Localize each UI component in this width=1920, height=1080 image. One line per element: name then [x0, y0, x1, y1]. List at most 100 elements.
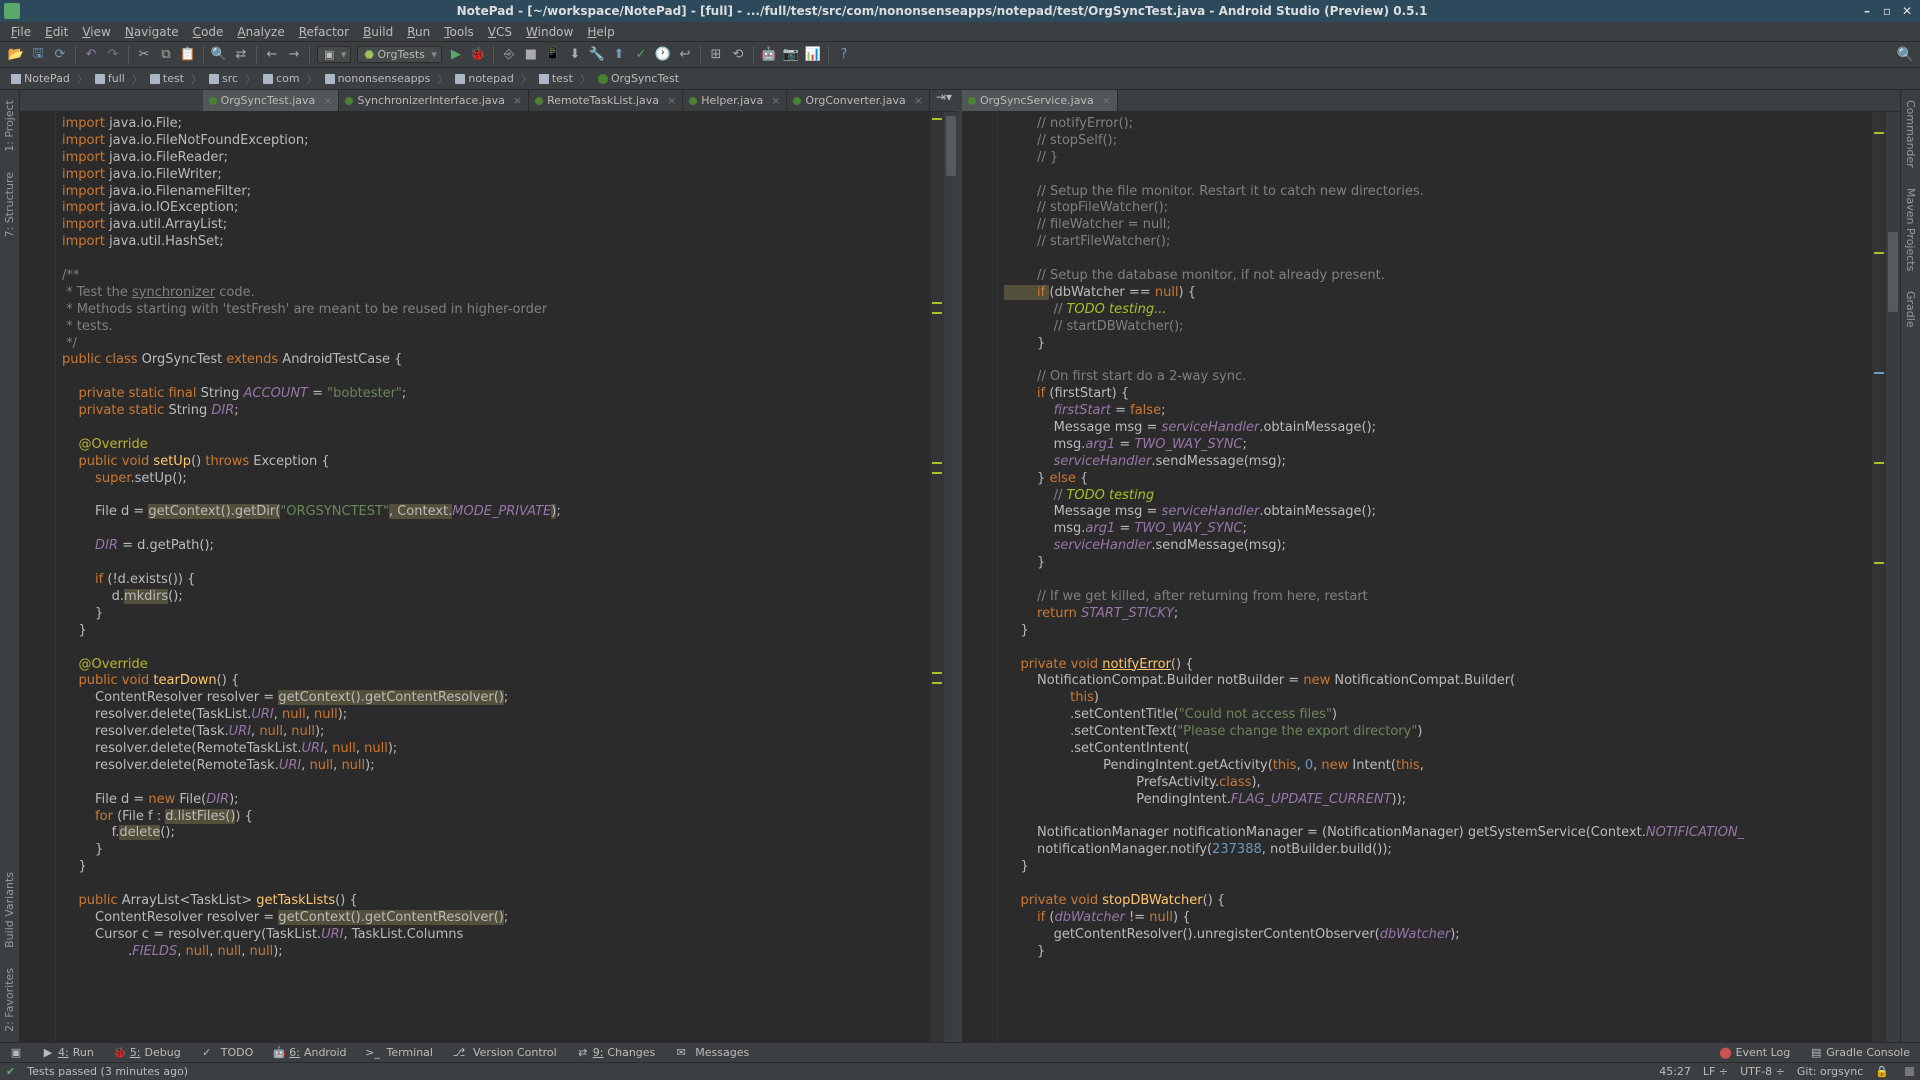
git-branch[interactable]: Git: orgsync: [1797, 1065, 1863, 1078]
crumb-com[interactable]: com: [258, 71, 305, 86]
minimize-button[interactable]: –: [1858, 4, 1876, 18]
forward-icon[interactable]: →: [284, 45, 304, 65]
menu-code[interactable]: Code: [186, 23, 231, 41]
close-icon[interactable]: ×: [509, 94, 522, 107]
bottom-tab-messages[interactable]: ✉ Messages: [665, 1044, 759, 1061]
tab-remotetasklist-java[interactable]: RemoteTaskList.java×: [529, 90, 683, 111]
close-icon[interactable]: ×: [319, 94, 332, 107]
back-icon[interactable]: ←: [262, 45, 282, 65]
run-icon[interactable]: ▶: [446, 45, 466, 65]
undo-icon[interactable]: ↶: [81, 45, 101, 65]
lock-icon[interactable]: 🔒: [1875, 1065, 1889, 1078]
tool-tab-7-structure[interactable]: 7: Structure: [1, 162, 18, 247]
scrollbar-vertical[interactable]: [1886, 112, 1900, 1042]
redo-icon[interactable]: ↷: [103, 45, 123, 65]
cut-icon[interactable]: ✂: [134, 45, 154, 65]
tool-tab-maven-projects[interactable]: Maven Projects: [1902, 178, 1919, 281]
maximize-button[interactable]: ▫: [1878, 4, 1896, 18]
debug-icon[interactable]: 🐞: [468, 45, 488, 65]
bottom-tab-debug[interactable]: 🐞5: Debug: [104, 1044, 191, 1061]
attach-icon[interactable]: ⎆: [499, 45, 519, 65]
sync-icon[interactable]: ⟳: [50, 45, 70, 65]
vcs-revert-icon[interactable]: ↩: [675, 45, 695, 65]
replace-icon[interactable]: ⇄: [231, 45, 251, 65]
tab-orgsyncservice-java[interactable]: OrgSyncService.java×: [962, 90, 1118, 111]
sync-project-icon[interactable]: ⟲: [728, 45, 748, 65]
bottom-tab-todo[interactable]: ✓ TODO: [191, 1044, 264, 1061]
crumb-nononsenseapps[interactable]: nononsenseapps: [320, 71, 436, 86]
scrollbar-vertical[interactable]: [944, 112, 958, 1042]
expand-icon[interactable]: ▣: [0, 1045, 32, 1061]
close-icon[interactable]: ×: [663, 94, 676, 107]
android-icon[interactable]: 🤖: [759, 45, 779, 65]
avd-icon[interactable]: 📱: [543, 45, 563, 65]
line-gutter[interactable]: [20, 112, 56, 1042]
bottom-tab-version-control[interactable]: ⎇ Version Control: [443, 1044, 567, 1061]
tab-orgconverter-java[interactable]: OrgConverter.java×: [787, 90, 930, 111]
tab-helper-java[interactable]: Helper.java×: [683, 90, 787, 111]
menu-run[interactable]: Run: [400, 23, 437, 41]
android-monitor-icon[interactable]: 📊: [803, 45, 823, 65]
tab-menu-icon[interactable]: ⇥▾: [930, 90, 958, 111]
menu-build[interactable]: Build: [356, 23, 400, 41]
marker-strip-left[interactable]: [930, 112, 944, 1042]
tool-tab-1-project[interactable]: 1: Project: [1, 90, 18, 162]
paste-icon[interactable]: 📋: [178, 45, 198, 65]
crumb-src[interactable]: src: [204, 71, 243, 86]
code-area-right[interactable]: // notifyError(); // stopSelf(); // } //…: [998, 112, 1872, 1042]
vcs-up-icon[interactable]: ⬆: [609, 45, 629, 65]
tool-tab-commander[interactable]: Commander: [1902, 90, 1919, 178]
crumb-test[interactable]: test: [145, 71, 189, 86]
close-icon[interactable]: ×: [910, 94, 923, 107]
vcs-commit-icon[interactable]: ✓: [631, 45, 651, 65]
crumb-full[interactable]: full: [90, 71, 130, 86]
tool-tab-gradle[interactable]: Gradle: [1902, 281, 1919, 338]
search-everywhere-icon[interactable]: 🔍: [1897, 47, 1914, 63]
tool-tab-2-favorites[interactable]: 2: Favorites: [1, 958, 18, 1042]
menu-view[interactable]: View: [75, 23, 117, 41]
menu-tools[interactable]: Tools: [437, 23, 481, 41]
bottom-tab-run[interactable]: ▶4: Run: [32, 1044, 104, 1061]
caret-position[interactable]: 45:27: [1659, 1065, 1691, 1078]
vcs-history-icon[interactable]: 🕐: [653, 45, 673, 65]
screenshot-icon[interactable]: 📷: [781, 45, 801, 65]
sdk-icon[interactable]: ⬇: [565, 45, 585, 65]
crumb-notepad[interactable]: notepad: [450, 71, 519, 86]
menu-edit[interactable]: Edit: [38, 23, 75, 41]
menu-window[interactable]: Window: [519, 23, 580, 41]
tool-icon[interactable]: 🔧: [587, 45, 607, 65]
line-separator[interactable]: LF ÷: [1703, 1065, 1728, 1078]
menu-vcs[interactable]: VCS: [481, 23, 519, 41]
bottom-tab-terminal[interactable]: >_ Terminal: [356, 1044, 443, 1061]
close-icon[interactable]: ×: [1098, 94, 1111, 107]
menu-analyze[interactable]: Analyze: [230, 23, 291, 41]
menu-file[interactable]: File: [4, 23, 38, 41]
stop-icon[interactable]: ■: [521, 45, 541, 65]
close-icon[interactable]: ×: [767, 94, 780, 107]
copy-icon[interactable]: ⧉: [156, 45, 176, 65]
help-icon[interactable]: ?: [834, 45, 854, 65]
file-encoding[interactable]: UTF-8 ÷: [1740, 1065, 1785, 1078]
menu-navigate[interactable]: Navigate: [118, 23, 186, 41]
line-gutter[interactable]: [962, 112, 998, 1042]
bottom-tab-changes[interactable]: ⇄9: Changes: [567, 1044, 666, 1061]
device-combo[interactable]: ▣: [317, 46, 351, 63]
close-button[interactable]: ✕: [1898, 4, 1916, 18]
open-icon[interactable]: 📂: [6, 45, 26, 65]
crumb-notepad[interactable]: NotePad: [6, 71, 75, 86]
crumb-orgsynctest[interactable]: OrgSyncTest: [593, 71, 684, 86]
menu-refactor[interactable]: Refactor: [292, 23, 356, 41]
tool-tab-build-variants[interactable]: Build Variants: [1, 862, 18, 958]
tab-synchronizerinterface-java[interactable]: SynchronizerInterface.java×: [339, 90, 529, 111]
tab-orgsynctest-java[interactable]: OrgSyncTest.java×: [203, 90, 340, 111]
run-config-combo[interactable]: ⬣ OrgTests: [357, 46, 441, 63]
menu-help[interactable]: Help: [580, 23, 621, 41]
bottom-tab-android[interactable]: 🤖6: Android: [263, 1044, 356, 1061]
save-icon[interactable]: 🖫: [28, 45, 48, 65]
hector-icon[interactable]: [1905, 1067, 1914, 1076]
gradle-console-tab[interactable]: ▤Gradle Console: [1800, 1044, 1920, 1061]
crumb-test[interactable]: test: [534, 71, 578, 86]
code-area-left[interactable]: import java.io.File;import java.io.FileN…: [56, 112, 930, 1042]
find-icon[interactable]: 🔍: [209, 45, 229, 65]
marker-strip-right[interactable]: [1872, 112, 1886, 1042]
